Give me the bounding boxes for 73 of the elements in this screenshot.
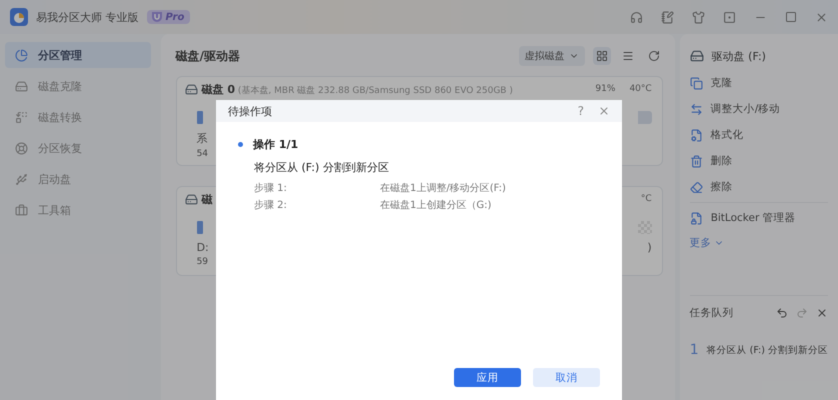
toolbox-icon: [15, 204, 28, 216]
partition-label: 59: [196, 257, 208, 267]
more-link[interactable]: 更多: [690, 231, 828, 255]
feedback-icon[interactable]: [661, 10, 674, 24]
step-value: 在磁盘1上创建分区（G:): [380, 198, 492, 212]
sidebar-item[interactable]: 分区管理: [5, 42, 151, 68]
grid-icon: [596, 50, 608, 62]
close-icon[interactable]: [815, 10, 828, 24]
sidebar-item[interactable]: 启动盘: [5, 166, 151, 192]
usage-label: 91%: [595, 84, 616, 94]
partition-label: D:: [196, 241, 209, 254]
convert-icon: [15, 110, 28, 124]
sidebar-item[interactable]: 工具箱: [5, 197, 151, 223]
temperature-label: °C: [640, 194, 652, 204]
list-icon: [622, 50, 634, 62]
close-icon[interactable]: [816, 307, 828, 319]
operation-description: 将分区从 (F:) 分割到新分区: [254, 160, 390, 175]
task-queue-title: 任务队列: [690, 306, 735, 320]
sidebar-item[interactable]: 磁盘克隆: [5, 73, 151, 99]
format-icon: [690, 128, 703, 142]
partition-bar: [196, 221, 203, 234]
close-icon[interactable]: [598, 105, 610, 117]
drive-title: 驱动盘 (F:): [712, 48, 766, 64]
drive-icon: [690, 49, 704, 63]
step-label: 步骤 2:: [254, 198, 288, 212]
virtual-disk-dropdown[interactable]: 虚拟磁盘: [518, 46, 585, 66]
disk-header: 磁盘 0 (基本盘, MBR 磁盘 232.88 GB/Samsung SSD 860 EVO 250GB ): [202, 82, 513, 96]
refresh-icon: [648, 50, 660, 62]
sidebar-item[interactable]: 磁盘转换: [5, 104, 151, 130]
usb-icon: [15, 172, 28, 186]
disk-header: 磁: [202, 192, 213, 206]
resize-icon: [690, 102, 703, 116]
action-item[interactable]: 调整大小/移动: [690, 96, 828, 122]
lock-file-icon: [690, 212, 703, 224]
action-item[interactable]: 克隆: [690, 70, 828, 96]
partition-bar: [196, 111, 203, 124]
task-number: 1: [690, 342, 699, 358]
action-item[interactable]: 擦除: [690, 174, 828, 200]
grid-view-button[interactable]: [592, 47, 611, 65]
trash-icon: [690, 154, 703, 168]
action-item[interactable]: 删除: [690, 148, 828, 174]
partition-label: ): [647, 241, 652, 254]
help-button[interactable]: ?: [578, 104, 584, 118]
lifebuoy-icon: [15, 142, 28, 154]
bullet-dot: [238, 142, 243, 147]
partition-bar: [638, 111, 652, 124]
drive-icon: [15, 80, 28, 92]
action-item[interactable]: 格式化: [690, 122, 828, 148]
u-shield-icon: [150, 11, 162, 23]
apply-button[interactable]: 应用: [454, 368, 521, 387]
maximize-icon[interactable]: [785, 11, 797, 23]
undo-icon[interactable]: [776, 307, 788, 319]
eraser-icon: [690, 180, 703, 194]
step-value: 在磁盘1上调整/移动分区(F:): [380, 182, 507, 194]
app-logo-icon: [10, 8, 28, 26]
operation-title: 操作 1/1: [253, 137, 298, 152]
temperature-label: 40°C: [629, 84, 652, 94]
sidebar-item[interactable]: 分区恢复: [5, 135, 151, 161]
section-title: 磁盘/驱动器: [176, 48, 241, 64]
redo-icon[interactable]: [796, 307, 808, 319]
step-label: 步骤 1:: [254, 182, 288, 194]
headset-icon[interactable]: [630, 10, 643, 24]
pie-chart-icon: [15, 48, 28, 62]
partition-label: 系: [196, 131, 208, 146]
shirt-icon[interactable]: [692, 10, 705, 24]
dialog-title: 待操作项: [228, 104, 273, 118]
app-title: 易我分区大师 专业版: [36, 10, 138, 24]
task-text: 将分区从 (F:) 分割到新分区: [706, 344, 828, 356]
pro-badge: Pro: [146, 10, 190, 24]
partition-label: 54: [196, 149, 208, 159]
cancel-button[interactable]: 取消: [533, 368, 600, 387]
action-item[interactable]: BitLocker 管理器: [690, 205, 828, 231]
copy-icon: [690, 76, 703, 90]
